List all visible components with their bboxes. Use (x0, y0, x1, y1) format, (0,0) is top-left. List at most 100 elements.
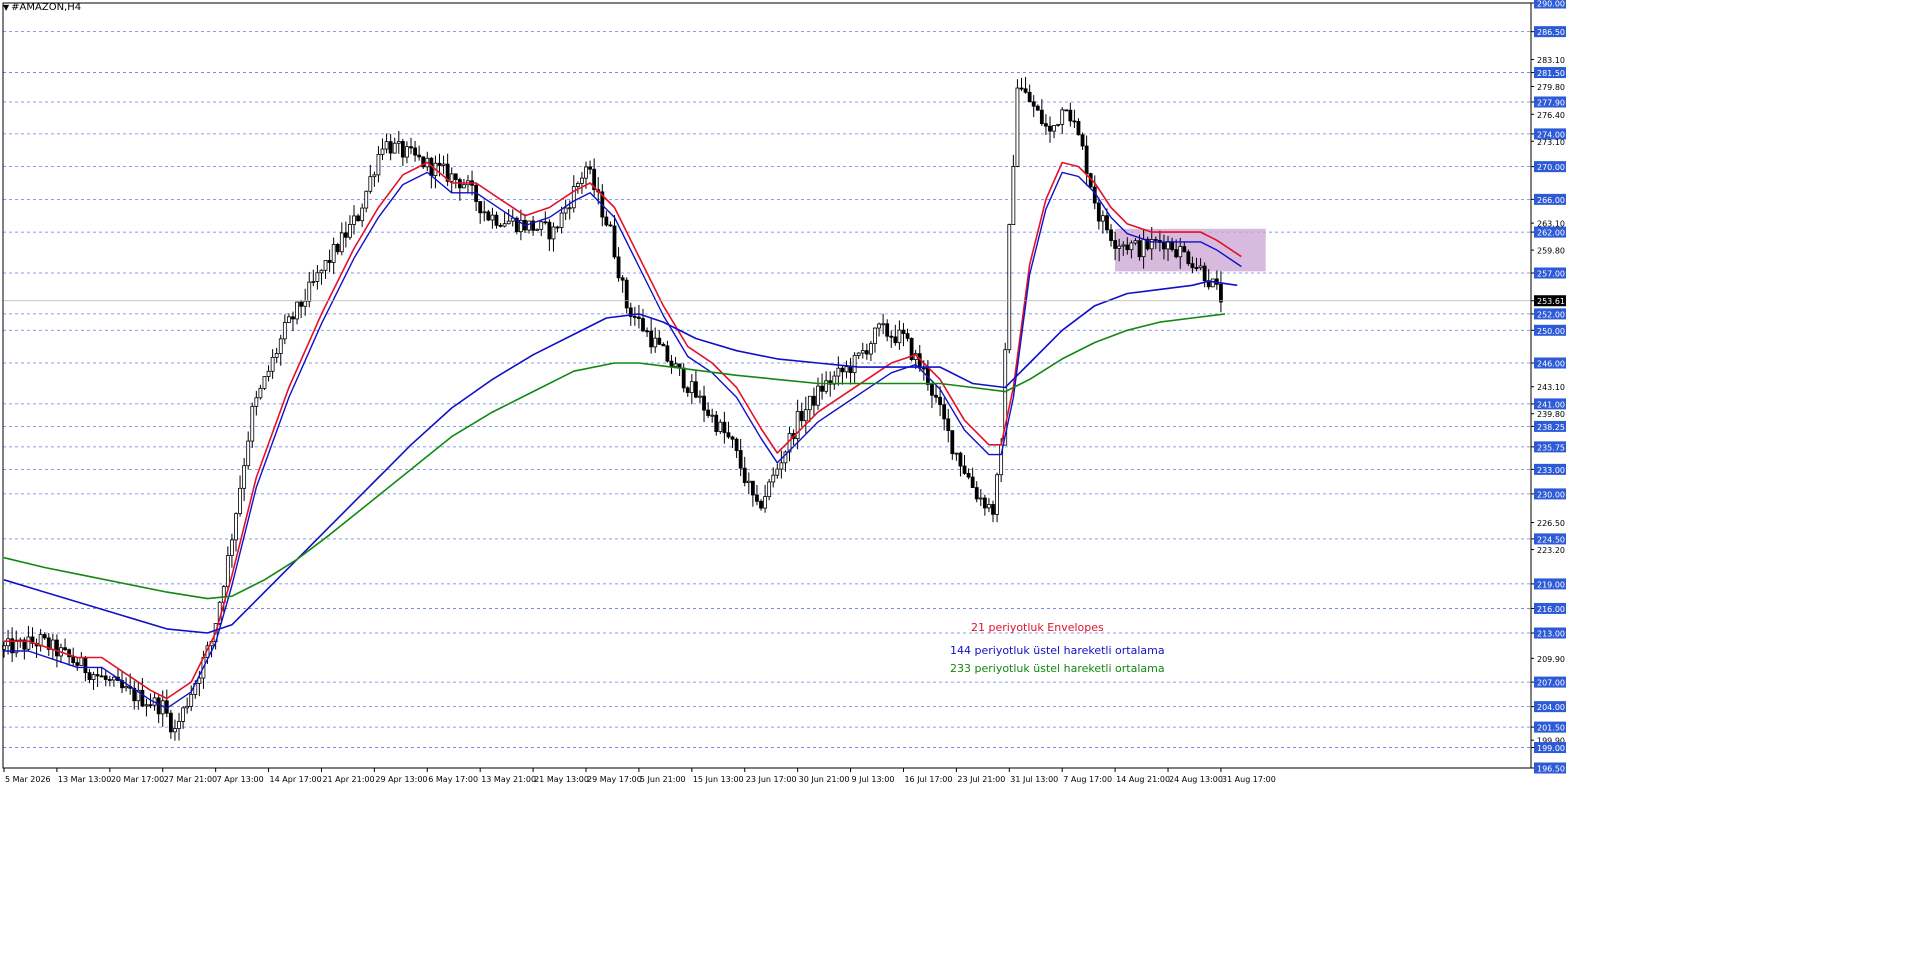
candle-body (1166, 241, 1170, 250)
candle-body (938, 396, 942, 406)
candle-body (1068, 109, 1073, 122)
candle-body (803, 409, 808, 422)
candle-body (274, 353, 279, 358)
candle-body (331, 244, 336, 263)
candle-body (278, 338, 283, 354)
symbol-title[interactable]: ▼ #AMAZON,H4 (3, 2, 81, 13)
candle-body (1153, 239, 1158, 241)
candle-body (1007, 224, 1012, 351)
candle-body (242, 465, 247, 489)
candle-body (673, 363, 678, 367)
time-tick-label: 15 Jun 13:00 (693, 775, 744, 784)
price-axis[interactable]: 290.00 286.50 283.10 281.50 279.80 277.90 276.… (1531, 0, 1566, 774)
candle-body (327, 260, 332, 263)
candle-body (270, 356, 275, 372)
price-tick-label: 239.80 (1537, 410, 1565, 419)
candle-body (840, 367, 845, 373)
time-tick-label: 5 Jun 21:00 (640, 775, 686, 784)
price-chart[interactable]: 290.00 286.50 283.10 281.50 279.80 277.90 276.… (0, 0, 1916, 963)
price-tick-label: 286.50 (1537, 28, 1565, 37)
price-tick-label: 283.10 (1537, 56, 1565, 65)
candle-body (295, 301, 299, 320)
candle-body (498, 224, 503, 227)
time-tick-label: 7 Aug 17:00 (1063, 775, 1112, 784)
price-tick-label: 277.90 (1537, 99, 1565, 108)
candle-body (1031, 101, 1036, 107)
candle-body (482, 211, 487, 214)
candle-body (844, 366, 849, 373)
candle-body (250, 405, 255, 442)
candle-body (148, 704, 153, 707)
chart-container: 290.00 286.50 283.10 281.50 279.80 277.90 276.… (0, 0, 1916, 963)
candle-body (478, 201, 483, 214)
candle-body (641, 318, 645, 332)
candle-body (335, 244, 340, 253)
price-tick-label: 246.00 (1537, 360, 1565, 369)
candle-body (189, 694, 194, 707)
candle-body (1056, 123, 1061, 126)
legend-envelopes: 21 periyotluk Envelopes (971, 621, 1104, 634)
candle-body (1178, 246, 1183, 258)
candle-body (620, 277, 625, 281)
candle-body (1105, 215, 1109, 231)
candle-body (869, 343, 873, 355)
candle-body (657, 337, 662, 345)
candle-body (812, 395, 816, 406)
time-tick-label: 16 Jul 17:00 (904, 775, 952, 784)
price-tick-label: 279.80 (1537, 83, 1565, 92)
candle-body (1186, 251, 1191, 264)
time-tick-label: 7 Apr 13:00 (217, 775, 264, 784)
candle-body (637, 316, 641, 319)
candle-body (991, 504, 995, 515)
candle-body (567, 207, 572, 210)
candle-body (486, 211, 491, 221)
candle-body (282, 322, 287, 340)
candle-body (343, 232, 348, 238)
candle-body (1182, 246, 1187, 253)
candle-body (877, 323, 881, 329)
candle-body (1174, 249, 1179, 258)
time-tick-label: 14 Aug 21:00 (1116, 775, 1170, 784)
symbol-title-text: #AMAZON,H4 (11, 2, 82, 13)
candle-body (1052, 124, 1056, 132)
candle-body (376, 153, 381, 176)
candle-body (645, 330, 649, 333)
candle-body (234, 513, 238, 541)
candle-body (1109, 229, 1113, 241)
candle-body (449, 173, 454, 182)
price-tick-label: 238.25 (1537, 423, 1565, 432)
candle-body (820, 385, 824, 392)
price-tick-label: 216.00 (1537, 605, 1565, 614)
price-tick-label: 209.90 (1537, 655, 1565, 664)
candle-body (555, 226, 560, 229)
candle-body (722, 421, 727, 434)
candle-body (83, 657, 88, 674)
candle-body (409, 146, 413, 149)
candle-body (1064, 109, 1069, 112)
price-tick-label: 230.00 (1537, 490, 1565, 499)
candle-body (726, 432, 731, 438)
candle-body (299, 301, 304, 307)
candle-body (950, 430, 955, 455)
candle-body (156, 697, 161, 715)
candle-body (311, 281, 316, 283)
chevron-down-icon[interactable]: ▼ (3, 3, 9, 12)
price-tick-label: 233.00 (1537, 466, 1565, 475)
candle-body (893, 336, 898, 344)
price-tick-label: 270.00 (1537, 163, 1565, 172)
candle-body (551, 226, 556, 240)
time-tick-label: 30 Jun 21:00 (799, 775, 850, 784)
candle-body (95, 674, 100, 677)
candle-body (1015, 87, 1020, 167)
candle-body (441, 163, 446, 166)
legend-ema144: 144 periyotluk üstel hareketli ortalama (950, 644, 1165, 657)
candle-body (177, 720, 181, 729)
candle-body (1072, 120, 1077, 123)
candle-body (168, 712, 173, 733)
candle-body (103, 675, 108, 680)
price-tick-label: 290.00 (1537, 0, 1565, 9)
candle-body (962, 465, 967, 474)
candle-body (897, 329, 902, 344)
candle-body (291, 316, 295, 320)
candle-body (319, 269, 324, 274)
